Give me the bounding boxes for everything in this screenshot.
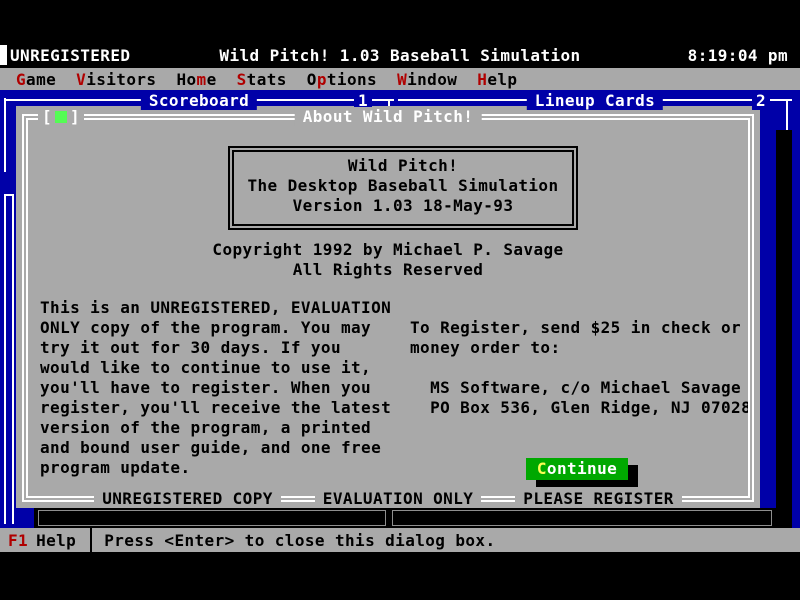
app-titlebar: UNREGISTERED Wild Pitch! 1.03 Baseball S… <box>0 44 800 68</box>
app-screen: UNREGISTERED Wild Pitch! 1.03 Baseball S… <box>0 0 800 600</box>
close-icon <box>55 111 67 123</box>
statusbar-divider <box>90 528 92 552</box>
window-border-fragment <box>4 98 6 172</box>
window-border-fragment <box>12 194 14 524</box>
window-title-scoreboard: Scoreboard <box>141 91 257 110</box>
shadowed-window-border <box>38 510 386 526</box>
desktop: Scoreboard 1 Lineup Cards 2 [] About Wil… <box>0 90 800 528</box>
program-info-box: Wild Pitch! The Desktop Baseball Simulat… <box>228 146 578 230</box>
menu-stats[interactable]: Stats <box>227 70 297 89</box>
f1-key-label[interactable]: Help <box>36 531 76 550</box>
app-title: Wild Pitch! 1.03 Baseball Simulation <box>0 46 800 65</box>
frame-corner <box>786 100 788 132</box>
menu-options[interactable]: Options <box>297 70 387 89</box>
statusbar-message: Press <Enter> to close this dialog box. <box>104 531 495 550</box>
window-number-badge: 2 <box>752 91 770 110</box>
close-button[interactable]: [] <box>38 107 84 126</box>
menu-home[interactable]: Home <box>166 70 226 89</box>
dialog-shadow <box>34 508 792 528</box>
status-bar: F1 Help Press <Enter> to close this dial… <box>0 528 800 552</box>
dialog-footer: UNREGISTERED COPY EVALUATION ONLY PLEASE… <box>24 489 752 508</box>
register-address: MS Software, c/o Michael Savage PO Box 5… <box>410 378 751 418</box>
footer-register: PLEASE REGISTER <box>515 489 682 508</box>
menu-bar: Game Visitors Home Stats Options Window … <box>0 68 800 90</box>
f1-key-hint[interactable]: F1 <box>8 531 28 550</box>
shadowed-window-border <box>392 510 772 526</box>
footer-unregistered: UNREGISTERED COPY <box>94 489 281 508</box>
menu-visitors[interactable]: Visitors <box>66 70 166 89</box>
window-border-fragment <box>4 194 6 524</box>
continue-button[interactable]: Continue <box>526 458 628 480</box>
register-instructions: To Register, send $25 in check or money … <box>410 318 741 358</box>
evaluation-notice-text: This is an UNREGISTERED, EVALUATION ONLY… <box>40 298 391 478</box>
dialog-frame: [] About Wild Pitch! Wild Pitch! The Des… <box>22 114 754 502</box>
program-info-text: Wild Pitch! The Desktop Baseball Simulat… <box>230 156 576 216</box>
window-title-lineup: Lineup Cards <box>527 91 663 110</box>
copyright-text: Copyright 1992 by Michael P. Savage All … <box>24 240 752 280</box>
menu-game[interactable]: Game <box>6 70 66 89</box>
menu-help[interactable]: Help <box>467 70 527 89</box>
menu-window[interactable]: Window <box>387 70 467 89</box>
footer-evaluation: EVALUATION ONLY <box>315 489 482 508</box>
clock: 8:19:04 pm <box>688 46 788 65</box>
dialog-shadow <box>776 130 792 528</box>
dialog-title: About Wild Pitch! <box>295 107 482 126</box>
about-dialog: [] About Wild Pitch! Wild Pitch! The Des… <box>16 106 760 508</box>
